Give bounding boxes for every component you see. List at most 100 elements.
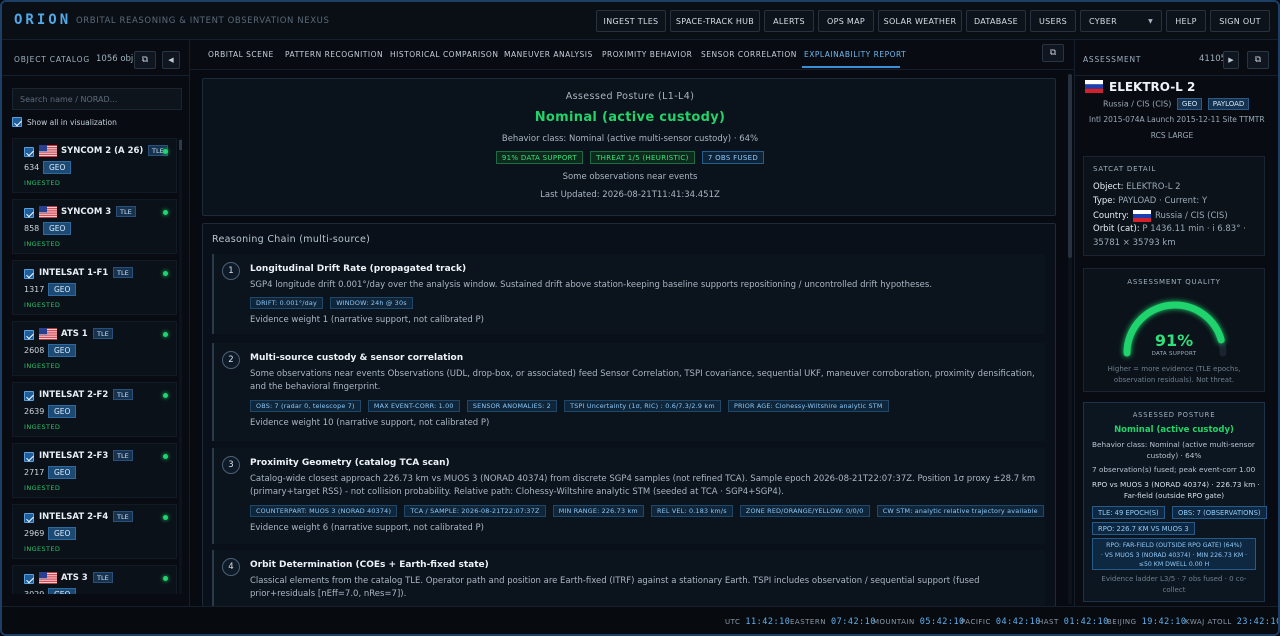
report-scrollbar[interactable]: [1068, 74, 1072, 604]
show-all-toggle[interactable]: Show all in visualization: [12, 116, 117, 128]
metric-chip: ZONE RED/ORANGE/YELLOW: 0/0/0: [739, 505, 870, 517]
intl-designator: Intl 2015-074A Launch 2015-12-11 Site TT…: [1089, 115, 1265, 124]
step-description: SGP4 longitude drift 0.001°/day over the…: [250, 280, 933, 290]
tab-explainability-report[interactable]: EXPLAINABILITY REPORT: [804, 50, 906, 59]
catalog-header: OBJECT CATALOG 1056 obj ⧉ ◀: [2, 40, 190, 76]
quality-sublabel: DATA SUPPORT: [1151, 351, 1197, 357]
catalog-item-source-tag: TLE: [113, 389, 133, 400]
catalog-item-name: INTELSAT 1-F1: [39, 268, 109, 278]
space-track-hub-button[interactable]: SPACE-TRACK HUB: [670, 10, 760, 32]
tabs-copy-button[interactable]: ⧉: [1042, 44, 1064, 62]
clock-eastern: EASTERN 07:42:10: [790, 617, 876, 627]
object-catalog-panel: OBJECT CATALOG 1056 obj ⧉ ◀ Show all in …: [2, 40, 190, 606]
catalog-item-orbit-tag: GEO: [48, 344, 77, 357]
catalog-title: OBJECT CATALOG: [14, 55, 90, 64]
chevron-left-icon: ◀: [168, 56, 174, 64]
catalog-item-source-tag: TLE: [113, 267, 133, 278]
step-description: Some observations near events Observatio…: [250, 369, 1035, 392]
catalog-item-orbit-tag: GEO: [48, 588, 77, 594]
clock-pacific: PACIFIC 04:42:10: [961, 617, 1041, 627]
ingest-tles-button[interactable]: INGEST TLES: [596, 10, 666, 32]
catalog-item[interactable]: SYNCOM 3 TLE 858 GEO INGESTED: [12, 199, 177, 254]
tab-maneuver-analysis[interactable]: MANEUVER ANALYSIS: [504, 50, 593, 59]
catalog-item[interactable]: SYNCOM 2 (A 26) TLE 634 GEO INGESTED: [12, 138, 177, 193]
show-all-checkbox[interactable]: [12, 117, 22, 127]
catalog-item-checkbox[interactable]: [24, 208, 34, 218]
catalog-item-source-tag: TLE: [93, 328, 113, 339]
clock-hast: HAST 01:42:10: [1038, 617, 1109, 627]
catalog-item-checkbox[interactable]: [24, 147, 34, 157]
catalog-item-norad: 2717: [24, 468, 45, 477]
summary-title: ASSESSED POSTURE: [1132, 411, 1216, 419]
catalog-item-norad: 2639: [24, 407, 45, 416]
users-button[interactable]: USERS: [1030, 10, 1076, 32]
catalog-item-name: SYNCOM 3: [61, 207, 112, 217]
catalog-item[interactable]: INTELSAT 2-F4 TLE 2969 GEO INGESTED: [12, 504, 177, 559]
catalog-item-name: INTELSAT 2-F4: [39, 512, 109, 522]
assessment-copy-button[interactable]: ⧉: [1247, 51, 1269, 69]
brand-logo[interactable]: ORION: [14, 12, 71, 28]
assessment-quality-card: ASSESSMENT QUALITY 91% DATA SUPPORT High…: [1083, 268, 1265, 392]
catalog-search-input[interactable]: [12, 88, 182, 110]
expand-panel-button[interactable]: ▶: [1223, 51, 1239, 69]
tab-orbital-scene[interactable]: ORBITAL SCENE: [208, 50, 274, 59]
step-title: Proximity Geometry (catalog TCA scan): [250, 458, 450, 468]
step-title: Multi-source custody & sensor correlatio…: [250, 353, 464, 363]
alerts-button[interactable]: ALERTS: [764, 10, 814, 32]
step-title: Longitudinal Drift Rate (propagated trac…: [250, 264, 467, 274]
catalog-item-orbit-tag: GEO: [48, 466, 77, 479]
catalog-item-norad: 2969: [24, 529, 45, 538]
catalog-item[interactable]: ATS 3TLE3029GEOINGESTED: [12, 565, 177, 594]
catalog-item-orbit-tag: GEO: [48, 283, 77, 296]
us-flag-icon: [39, 328, 57, 340]
catalog-item-checkbox[interactable]: [24, 330, 34, 340]
tab-proximity-behavior[interactable]: PROXIMITY BEHAVIOR: [602, 50, 692, 59]
catalog-item-orbit-tag: GEO: [48, 527, 77, 540]
evidence-ladder-1: Evidence ladder L3/5 · 7 obs fused · 0 c…: [1101, 575, 1247, 583]
catalog-item[interactable]: INTELSAT 2-F2 TLE 2639 GEO INGESTED: [12, 382, 177, 437]
catalog-item-status: INGESTED: [24, 301, 61, 309]
catalog-item-checkbox[interactable]: [24, 452, 34, 462]
evidence-ladder-2: collect: [1162, 586, 1186, 594]
catalog-item-name: INTELSAT 2-F2: [39, 390, 109, 400]
catalog-scrollbar[interactable]: [179, 138, 182, 594]
catalog-item-source-tag: TLE: [93, 572, 113, 583]
catalog-copy-button[interactable]: ⧉: [134, 51, 156, 69]
database-button[interactable]: DATABASE: [966, 10, 1026, 32]
catalog-item[interactable]: INTELSAT 2-F3 TLE 2717 GEO INGESTED: [12, 443, 177, 498]
summary-fused: 7 observation(s) fused; peak event-corr …: [1092, 465, 1256, 474]
tab-historical-comparison[interactable]: HISTORICAL COMPARISON: [390, 50, 498, 59]
catalog-item-checkbox[interactable]: [24, 574, 34, 584]
step-chips: DRIFT: 0.001°/day WINDOW: 24h @ 30s: [250, 297, 417, 309]
chevron-right-icon: ▶: [1228, 56, 1234, 64]
sign-out-button[interactable]: SIGN OUT: [1210, 10, 1270, 32]
catalog-item-orbit-tag: GEO: [43, 161, 72, 174]
collapse-panel-button[interactable]: ◀: [162, 51, 180, 69]
obs-tag: OBS: 7 (OBSERVATIONS): [1172, 506, 1267, 519]
satcat-title: SATCAT DETAIL: [1093, 165, 1157, 173]
data-support-chip: 91% DATA SUPPORT: [495, 151, 583, 164]
status-dot-icon: [163, 149, 168, 154]
step-description: Catalog-wide closest approach 226.73 km …: [250, 474, 1036, 497]
object-flag: [1085, 80, 1103, 93]
russia-flag-icon: [1085, 80, 1103, 93]
assessed-posture-summary: ASSESSED POSTURE Nominal (active custody…: [1083, 402, 1267, 602]
step-evidence-weight: Evidence weight 1 (narrative support, no…: [250, 315, 484, 325]
catalog-item[interactable]: INTELSAT 1-F1 TLE 1317 GEO INGESTED: [12, 260, 177, 315]
catalog-item-checkbox[interactable]: [24, 269, 34, 279]
catalog-item-name: ATS 3: [61, 573, 88, 583]
step-number: 3: [222, 456, 240, 474]
clock-utc: UTC 11:42:10: [725, 617, 791, 627]
catalog-item-checkbox[interactable]: [24, 391, 34, 401]
satcat-detail-card: SATCAT DETAIL Object: ELEKTRO-L 2 Type: …: [1083, 156, 1265, 256]
solar-weather-button[interactable]: SOLAR WEATHER: [878, 10, 962, 32]
mode-select[interactable]: CYBER ▼: [1080, 10, 1162, 32]
help-button[interactable]: HELP: [1166, 10, 1206, 32]
summary-behavior-1: Behavior class: Nominal (active multi-se…: [1092, 440, 1255, 449]
catalog-item-checkbox[interactable]: [24, 513, 34, 523]
catalog-item[interactable]: ATS 1 TLE 2608 GEO INGESTED: [12, 321, 177, 376]
ops-map-button[interactable]: OPS MAP: [818, 10, 874, 32]
tab-sensor-correlation[interactable]: SENSOR CORRELATION: [701, 50, 797, 59]
threat-chip: THREAT 1/5 (HEURISTIC): [590, 151, 695, 164]
tab-pattern-recognition[interactable]: PATTERN RECOGNITION: [285, 50, 383, 59]
